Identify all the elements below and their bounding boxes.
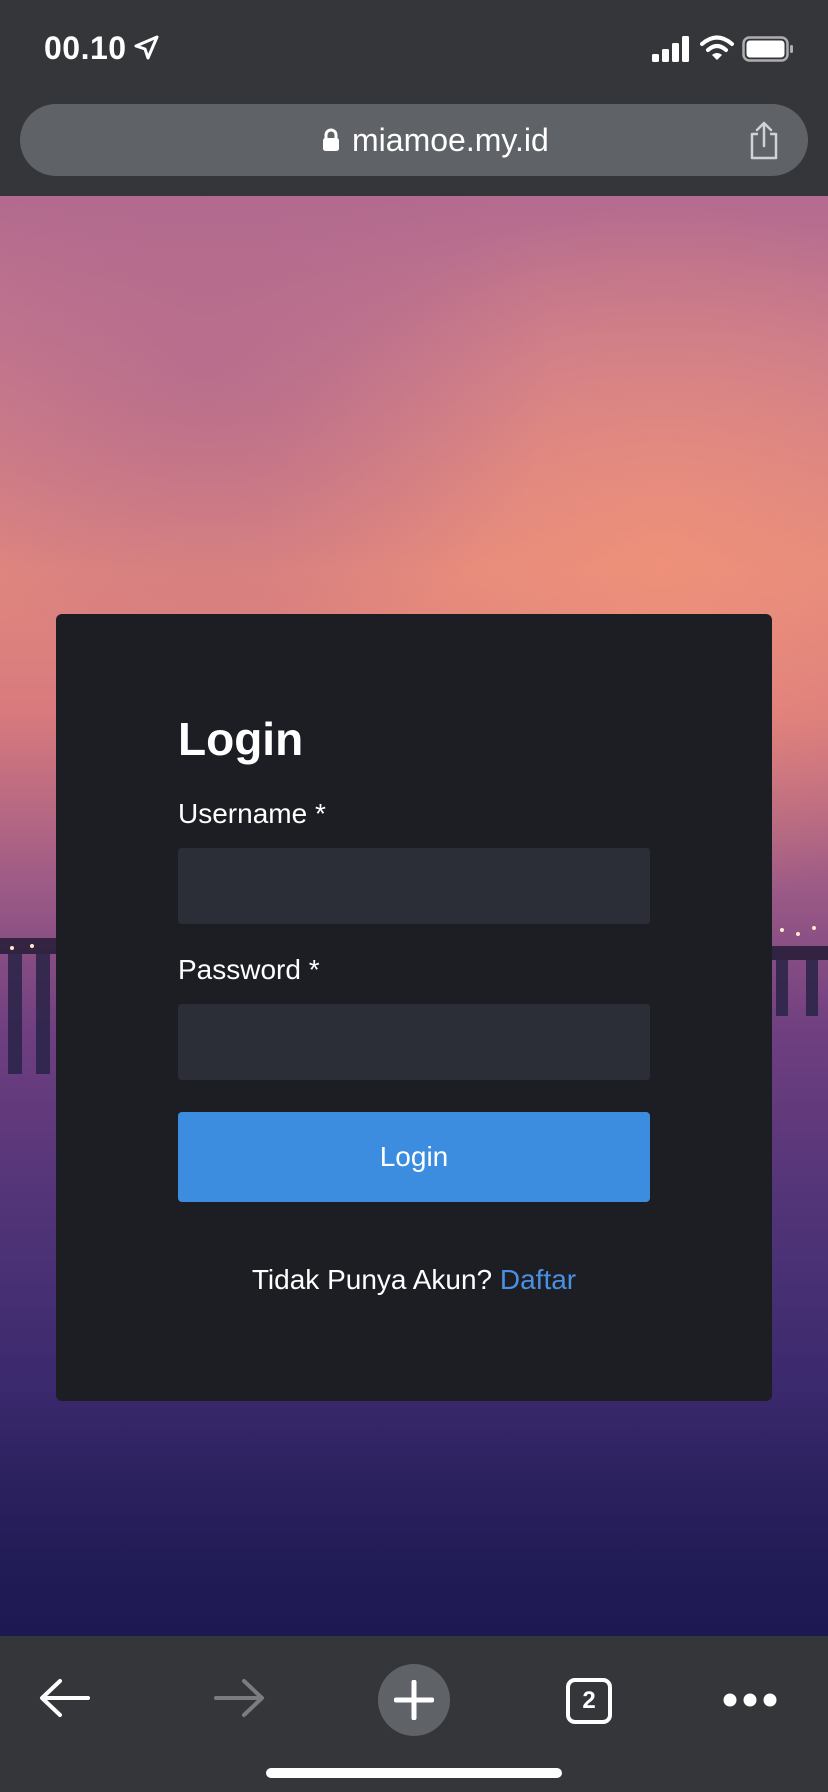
- new-tab-plus-icon: [394, 1680, 434, 1720]
- location-arrow-icon: [134, 35, 159, 60]
- pier-post: [8, 954, 22, 1074]
- password-field[interactable]: [178, 1004, 650, 1080]
- pier-post: [36, 954, 50, 1074]
- forward-arrow-icon[interactable]: [212, 1678, 266, 1718]
- light-dot: [780, 928, 784, 932]
- tab-count: 2: [582, 1687, 596, 1714]
- status-time: 00.10: [44, 30, 127, 66]
- login-button[interactable]: Login: [178, 1112, 650, 1202]
- page-background: Login Username * Password * Login Tidak …: [0, 196, 828, 1636]
- username-label: Username *: [178, 798, 326, 829]
- lock-icon: [323, 128, 339, 151]
- url-bar-container: miamoe.my.id: [0, 96, 828, 196]
- login-card: Login Username * Password * Login Tidak …: [56, 614, 772, 1401]
- browser-toolbar: 2: [0, 1636, 828, 1792]
- signup-row: Tidak Punya Akun? Daftar: [56, 1264, 772, 1296]
- battery-icon: [742, 36, 793, 62]
- signal-icon: [652, 36, 689, 62]
- signup-link[interactable]: Daftar: [500, 1264, 576, 1295]
- address-bar[interactable]: miamoe.my.id: [20, 104, 808, 176]
- new-tab-button[interactable]: [378, 1664, 450, 1736]
- light-dot: [812, 926, 816, 930]
- share-icon[interactable]: [746, 120, 782, 160]
- password-label: Password *: [178, 954, 320, 985]
- light-dot: [30, 944, 34, 948]
- login-title: Login: [178, 713, 304, 765]
- status-bar: 00.10: [0, 0, 828, 96]
- light-dot: [10, 946, 14, 950]
- wifi-icon: [700, 35, 734, 60]
- light-dot: [796, 932, 800, 936]
- url-text[interactable]: miamoe.my.id: [352, 122, 549, 159]
- signup-prompt: Tidak Punya Akun?: [251, 1264, 493, 1295]
- back-arrow-icon[interactable]: [38, 1678, 92, 1718]
- pier-decoration: [770, 946, 828, 960]
- tabs-icon[interactable]: 2: [566, 1678, 612, 1724]
- pier-post: [776, 960, 788, 1016]
- pier-post: [806, 960, 818, 1016]
- username-field[interactable]: [178, 848, 650, 924]
- home-indicator[interactable]: [266, 1768, 562, 1778]
- more-options-icon[interactable]: [722, 1692, 778, 1708]
